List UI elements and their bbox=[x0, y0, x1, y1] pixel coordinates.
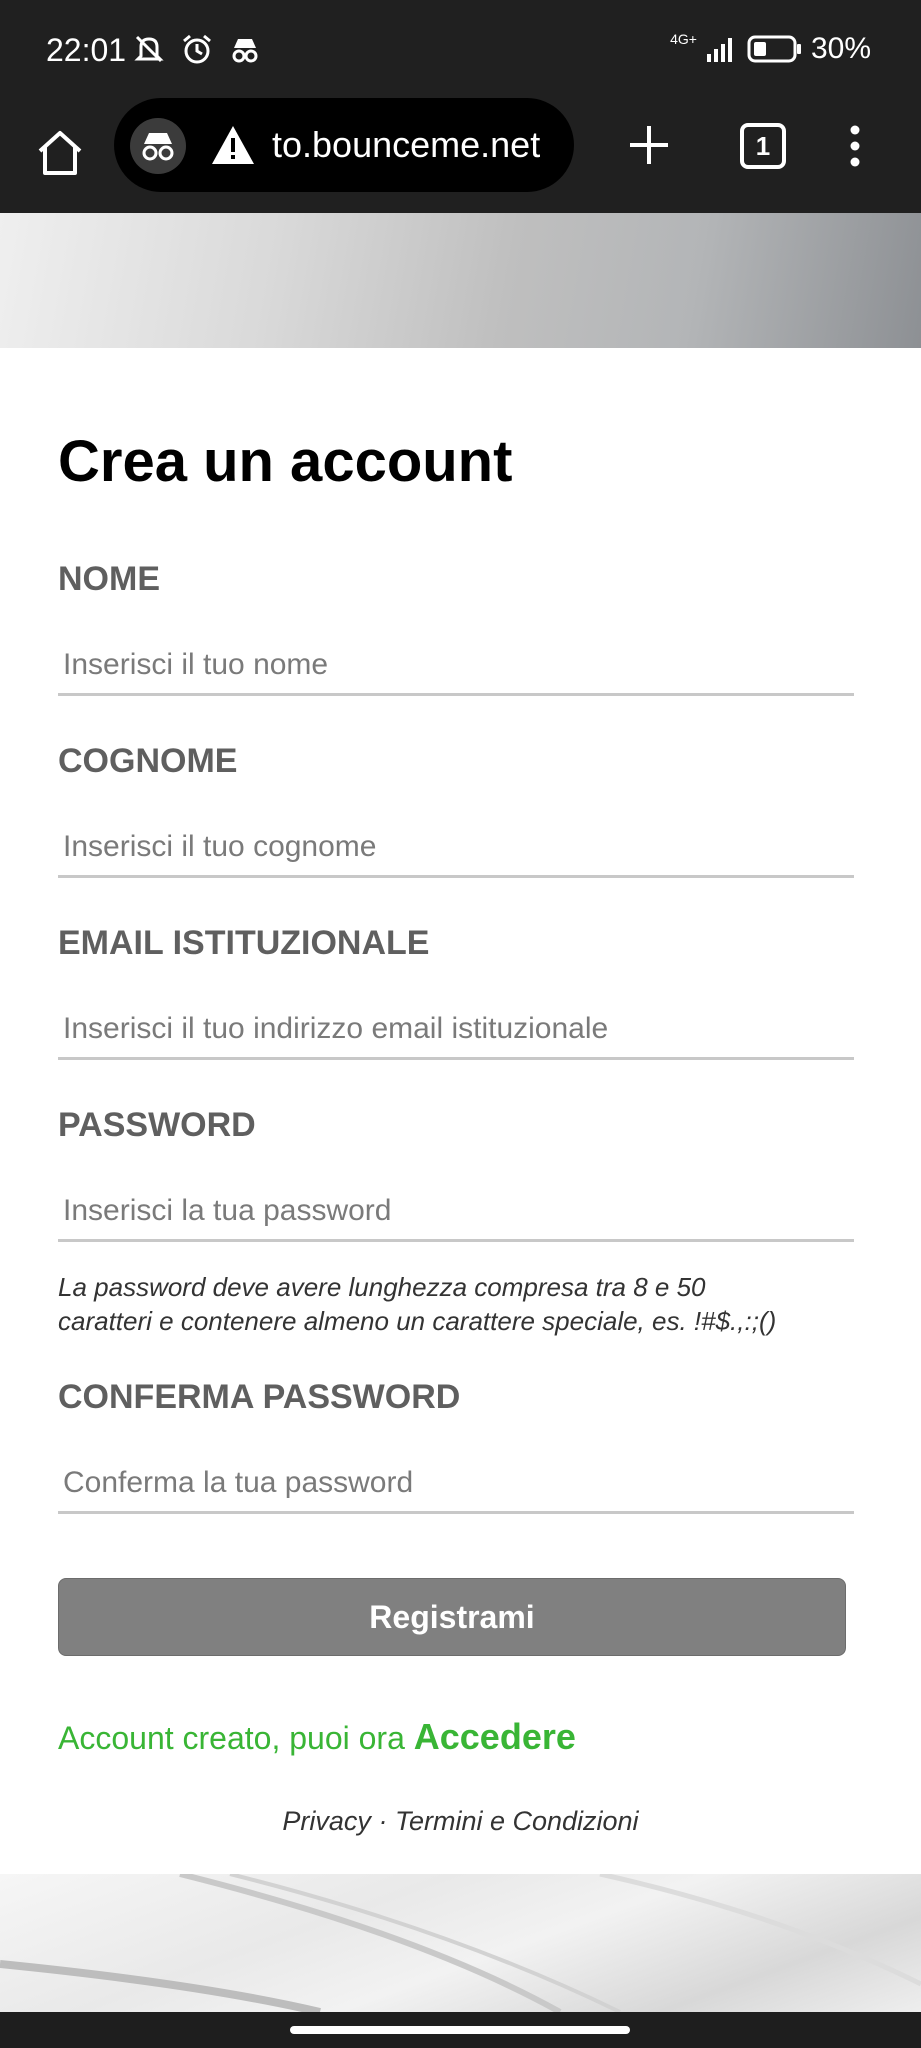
register-button[interactable]: Registrami bbox=[58, 1578, 846, 1656]
password-label: PASSWORD bbox=[58, 1106, 256, 1144]
password-input[interactable] bbox=[58, 1182, 854, 1242]
warning-icon[interactable] bbox=[210, 124, 256, 166]
cognome-label: COGNOME bbox=[58, 742, 238, 780]
gesture-handle[interactable] bbox=[290, 2026, 630, 2034]
cognome-input[interactable] bbox=[58, 818, 854, 878]
privacy-link[interactable]: Privacy bbox=[282, 1806, 371, 1836]
email-input[interactable] bbox=[58, 1000, 854, 1060]
alarm-icon bbox=[183, 34, 211, 64]
battery-level: 30% bbox=[810, 32, 871, 65]
background-lines-graphic bbox=[0, 1871, 921, 2016]
confirm-password-label: CONFERMA PASSWORD bbox=[58, 1378, 461, 1416]
password-hint-line1: La password deve avere lunghezza compres… bbox=[58, 1272, 706, 1302]
bell-off-icon bbox=[134, 35, 164, 63]
status-time: 22:01 bbox=[46, 32, 127, 68]
footer-links: Privacy · Termini e Condizioni bbox=[0, 1806, 921, 1837]
incognito-status-icon bbox=[232, 39, 258, 63]
login-link[interactable]: Accedere bbox=[414, 1716, 576, 1757]
tab-count: 1 bbox=[755, 130, 771, 161]
signal-icon bbox=[706, 38, 732, 62]
url-text[interactable]: to.bounceme.net bbox=[272, 124, 562, 166]
new-tab-icon[interactable] bbox=[624, 120, 674, 170]
status-bar: 22:01 4G+ 30% bbox=[0, 0, 921, 100]
nome-input[interactable] bbox=[58, 636, 854, 696]
status-icons-left bbox=[132, 32, 262, 66]
more-menu-icon[interactable] bbox=[845, 124, 865, 168]
footer-background-image bbox=[0, 1871, 921, 2016]
home-icon[interactable] bbox=[30, 123, 90, 183]
header-background-image bbox=[0, 213, 921, 348]
success-message: Account creato, puoi ora Accedere bbox=[58, 1716, 576, 1758]
footer-separator: · bbox=[370, 1806, 395, 1836]
email-label: EMAIL ISTITUZIONALE bbox=[58, 924, 430, 962]
network-type: 4G+ bbox=[670, 31, 697, 47]
password-hint-line2: caratteri e contenere almeno un caratter… bbox=[58, 1306, 777, 1336]
page-title: Crea un account bbox=[58, 429, 513, 494]
success-text: Account creato, puoi ora bbox=[58, 1720, 414, 1756]
nome-label: NOME bbox=[58, 560, 160, 598]
terms-link[interactable]: Termini e Condizioni bbox=[395, 1806, 639, 1836]
incognito-icon[interactable] bbox=[130, 118, 186, 174]
tab-switcher-button[interactable]: 1 bbox=[740, 123, 786, 169]
confirm-password-input[interactable] bbox=[58, 1454, 854, 1514]
status-icons-right: 4G+ 30% bbox=[670, 31, 871, 66]
password-hint: La password deve avere lunghezza compres… bbox=[58, 1270, 858, 1338]
battery-icon bbox=[747, 35, 801, 63]
